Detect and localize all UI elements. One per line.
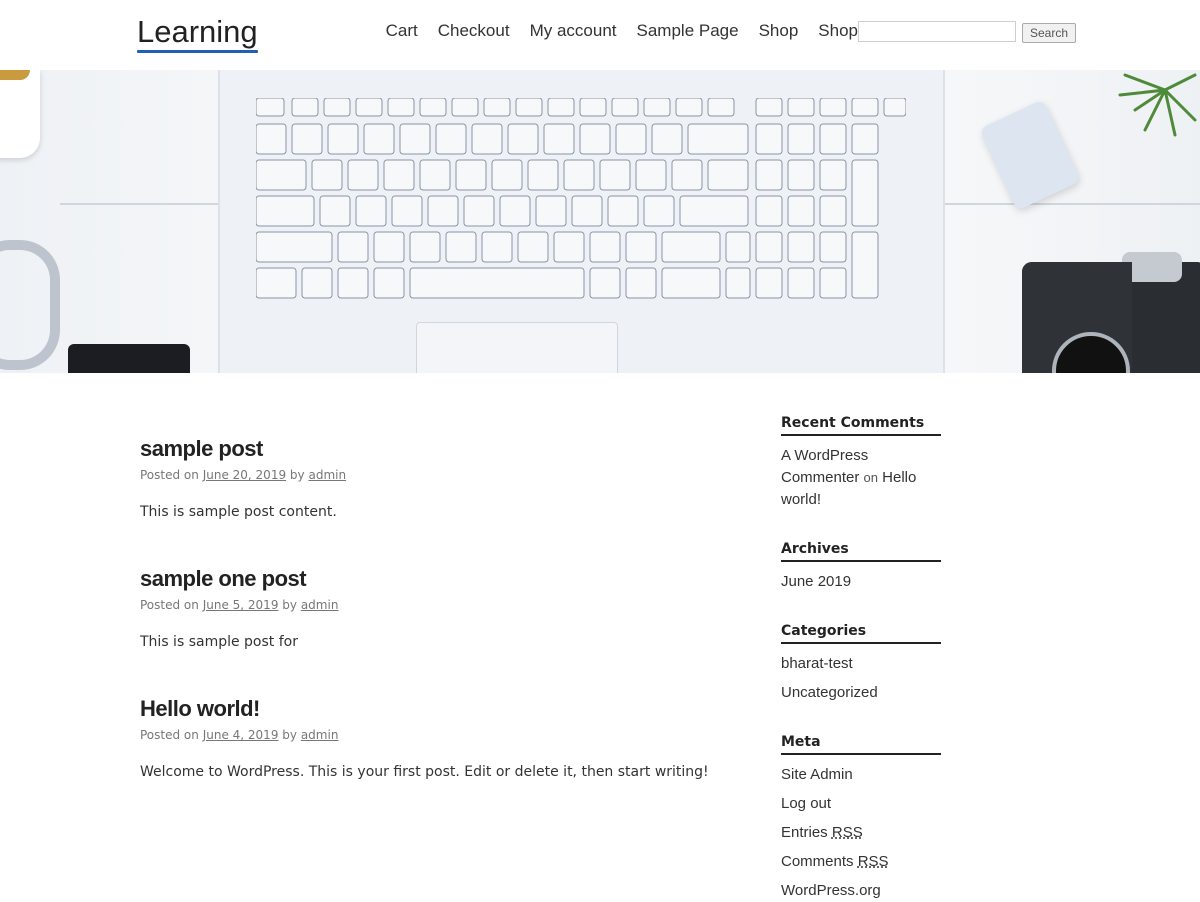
nav-cart[interactable]: Cart	[386, 21, 418, 41]
widget-categories: Categories bharat-test Uncategorized	[781, 623, 941, 704]
post-date-link[interactable]: June 20, 2019	[203, 468, 286, 482]
widget-title: Categories	[781, 623, 941, 644]
keyboard	[256, 98, 906, 299]
nav-checkout[interactable]: Checkout	[438, 21, 510, 41]
posted-on-label: Posted on	[140, 728, 199, 742]
nav-shop[interactable]: Shop	[759, 21, 799, 41]
post-content: Welcome to WordPress. This is your first…	[140, 764, 709, 780]
coffee-cup	[0, 70, 40, 158]
categories-list: bharat-test Uncategorized	[781, 653, 941, 704]
recent-comment-item: A WordPress Commenter on Hello world!	[781, 445, 941, 511]
meta-item: WordPress.org	[781, 880, 941, 902]
archive-item: June 2019	[781, 571, 941, 593]
widget-title: Meta	[781, 734, 941, 755]
header-image	[0, 70, 1200, 373]
post-meta: Posted on June 5, 2019 by admin	[140, 598, 740, 612]
category-link[interactable]: bharat-test	[781, 655, 853, 672]
main-navigation: Cart Checkout My account Sample Page Sho…	[386, 21, 858, 41]
category-item: bharat-test	[781, 653, 941, 675]
post-title[interactable]: Hello world!	[140, 696, 740, 722]
table-seam-right	[940, 203, 1200, 205]
wordpress-org-link[interactable]: WordPress.org	[781, 882, 881, 899]
log-out-link[interactable]: Log out	[781, 795, 831, 812]
widget-title: Recent Comments	[781, 415, 941, 436]
post-title-link[interactable]: Hello world!	[140, 696, 260, 721]
category-link[interactable]: Uncategorized	[781, 684, 878, 701]
meta-item: Site Admin	[781, 764, 941, 786]
posted-on-label: Posted on	[140, 468, 199, 482]
entries-label: Entries	[781, 824, 828, 841]
post-title[interactable]: sample post	[140, 436, 740, 462]
archive-link[interactable]: June 2019	[781, 573, 851, 590]
rss-abbr: RSS	[831, 824, 863, 841]
comments-rss-link[interactable]: Comments RSS	[781, 853, 889, 870]
post-date-link[interactable]: June 5, 2019	[203, 598, 279, 612]
nav-my-account[interactable]: My account	[530, 21, 617, 41]
posted-on-label: Posted on	[140, 598, 199, 612]
post-author-link[interactable]: admin	[308, 468, 346, 482]
site-admin-link[interactable]: Site Admin	[781, 766, 853, 783]
post-hello-world: Hello world! Posted on June 4, 2019 by a…	[140, 696, 740, 780]
plant	[1118, 73, 1197, 137]
post-meta: Posted on June 20, 2019 by admin	[140, 468, 740, 482]
nav-sample-page[interactable]: Sample Page	[637, 21, 739, 41]
on-label: on	[863, 470, 878, 485]
widget-meta: Meta Site Admin Log out Entries RSS Comm…	[781, 734, 941, 902]
site-title-link[interactable]: Learning	[137, 14, 258, 53]
site-header: Learning Cart Checkout My account Sample…	[0, 0, 1200, 70]
post-content: This is sample post for	[140, 634, 298, 650]
archives-list: June 2019	[781, 571, 941, 593]
post-date-link[interactable]: June 4, 2019	[203, 728, 279, 742]
meta-list: Site Admin Log out Entries RSS Comments …	[781, 764, 941, 902]
meta-item: Comments RSS	[781, 851, 941, 873]
by-label: by	[282, 728, 297, 742]
by-label: by	[282, 598, 297, 612]
post-content: This is sample post content.	[140, 504, 337, 520]
post-title-link[interactable]: sample post	[140, 436, 263, 461]
eraser	[979, 99, 1081, 211]
search-button[interactable]: Search	[1022, 23, 1076, 43]
post-title-link[interactable]: sample one post	[140, 566, 307, 591]
post-sample-post: sample post Posted on June 20, 2019 by a…	[140, 436, 740, 520]
post-title[interactable]: sample one post	[140, 566, 740, 592]
headphones	[0, 240, 60, 370]
post-author-link[interactable]: admin	[301, 598, 339, 612]
post-sample-one-post: sample one post Posted on June 5, 2019 b…	[140, 566, 740, 650]
widget-archives: Archives June 2019	[781, 541, 941, 593]
post-author-link[interactable]: admin	[301, 728, 339, 742]
entries-rss-link[interactable]: Entries RSS	[781, 824, 863, 841]
table-seam-left	[60, 203, 220, 205]
post-meta: Posted on June 4, 2019 by admin	[140, 728, 740, 742]
smartphone	[68, 344, 190, 373]
trackpad	[416, 322, 618, 373]
widget-title: Archives	[781, 541, 941, 562]
by-label: by	[289, 468, 305, 482]
meta-item: Entries RSS	[781, 822, 941, 844]
camera	[1022, 252, 1200, 373]
meta-item: Log out	[781, 793, 941, 815]
widget-recent-comments: Recent Comments A WordPress Commenter on…	[781, 415, 941, 511]
rss-abbr: RSS	[857, 853, 889, 870]
category-item: Uncategorized	[781, 682, 941, 704]
comment-author-link[interactable]: A WordPress Commenter	[781, 447, 868, 486]
laptop	[218, 70, 945, 373]
nav-shop-2[interactable]: Shop	[818, 21, 858, 41]
comments-label: Comments	[781, 853, 854, 870]
recent-comments-list: A WordPress Commenter on Hello world!	[781, 445, 941, 511]
search-input[interactable]	[858, 21, 1016, 42]
